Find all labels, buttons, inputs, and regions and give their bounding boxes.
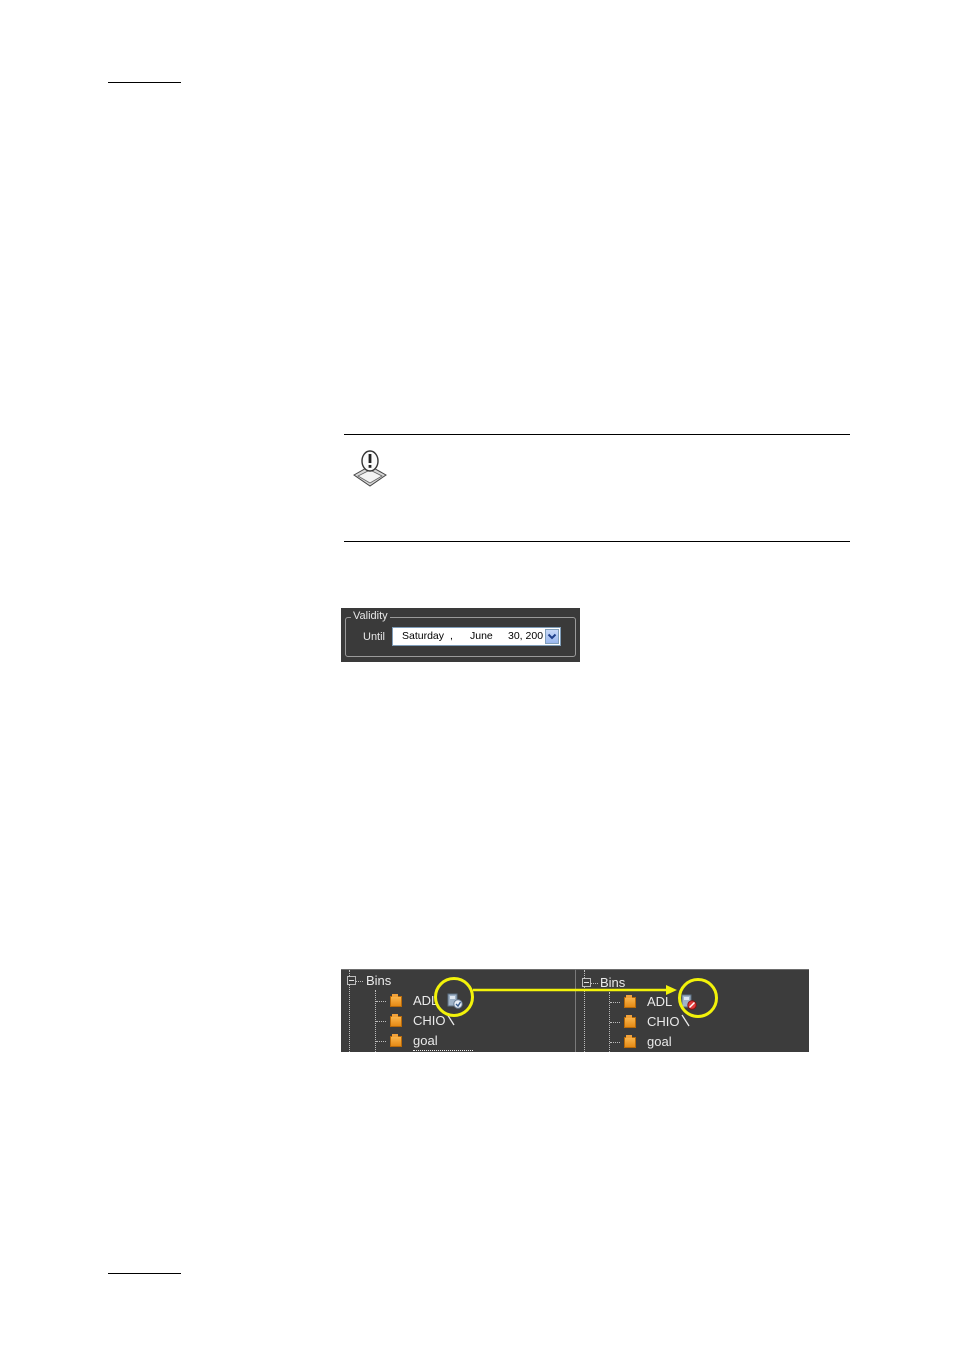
important-note-icon	[353, 450, 387, 487]
drop-target-underline	[413, 1050, 473, 1051]
date-day: Saturday	[402, 630, 445, 642]
bins-tree-after: Bins ADL CHIO goal	[575, 969, 809, 1052]
folder-icon	[624, 1035, 636, 1048]
folder-icon	[390, 1014, 402, 1027]
note-bottom-rule	[344, 541, 850, 542]
bins-collapse-toggle[interactable]	[582, 978, 591, 987]
tree-line	[376, 1001, 386, 1002]
tree-line	[376, 1041, 386, 1042]
transition-arrow	[473, 985, 677, 995]
highlight-circle-after	[678, 978, 718, 1018]
bin-item-adl[interactable]: ADL	[647, 994, 672, 1010]
folder-icon	[624, 995, 636, 1008]
bins-tree-before: Bins ADL CHIO goal	[341, 969, 575, 1052]
highlight-circle-before	[434, 977, 474, 1017]
date-month: June	[470, 630, 493, 642]
tree-line	[610, 1002, 620, 1003]
tree-line	[376, 1021, 386, 1022]
note-top-rule	[344, 434, 850, 435]
bins-root-label[interactable]: Bins	[600, 975, 625, 991]
folder-icon	[390, 1034, 402, 1047]
bins-collapse-toggle[interactable]	[347, 976, 356, 985]
footer-rule	[108, 1273, 181, 1274]
date-rest: 30, 200	[508, 630, 544, 642]
until-label: Until	[363, 631, 386, 643]
bins-root-label[interactable]: Bins	[366, 973, 391, 989]
tree-line	[610, 1042, 620, 1043]
tree-line	[591, 983, 598, 984]
bin-item-goal[interactable]: goal	[413, 1033, 438, 1049]
until-date-picker[interactable]: Saturday , June 30, 200	[392, 627, 561, 646]
date-separator: ,	[450, 630, 453, 642]
folder-icon	[624, 1015, 636, 1028]
header-rule	[108, 82, 181, 83]
folder-icon	[390, 994, 402, 1007]
validity-panel: Validity Until Saturday , June 30, 200	[341, 608, 580, 662]
chevron-down-icon	[547, 633, 557, 640]
tree-line	[356, 981, 363, 982]
bin-item-chio[interactable]: CHIO	[647, 1014, 680, 1030]
date-dropdown-button[interactable]	[545, 629, 559, 644]
validity-group-label: Validity	[351, 609, 390, 623]
bin-item-chio[interactable]: CHIO	[413, 1013, 446, 1029]
tree-line	[610, 1022, 620, 1023]
bin-item-goal[interactable]: goal	[647, 1034, 672, 1050]
